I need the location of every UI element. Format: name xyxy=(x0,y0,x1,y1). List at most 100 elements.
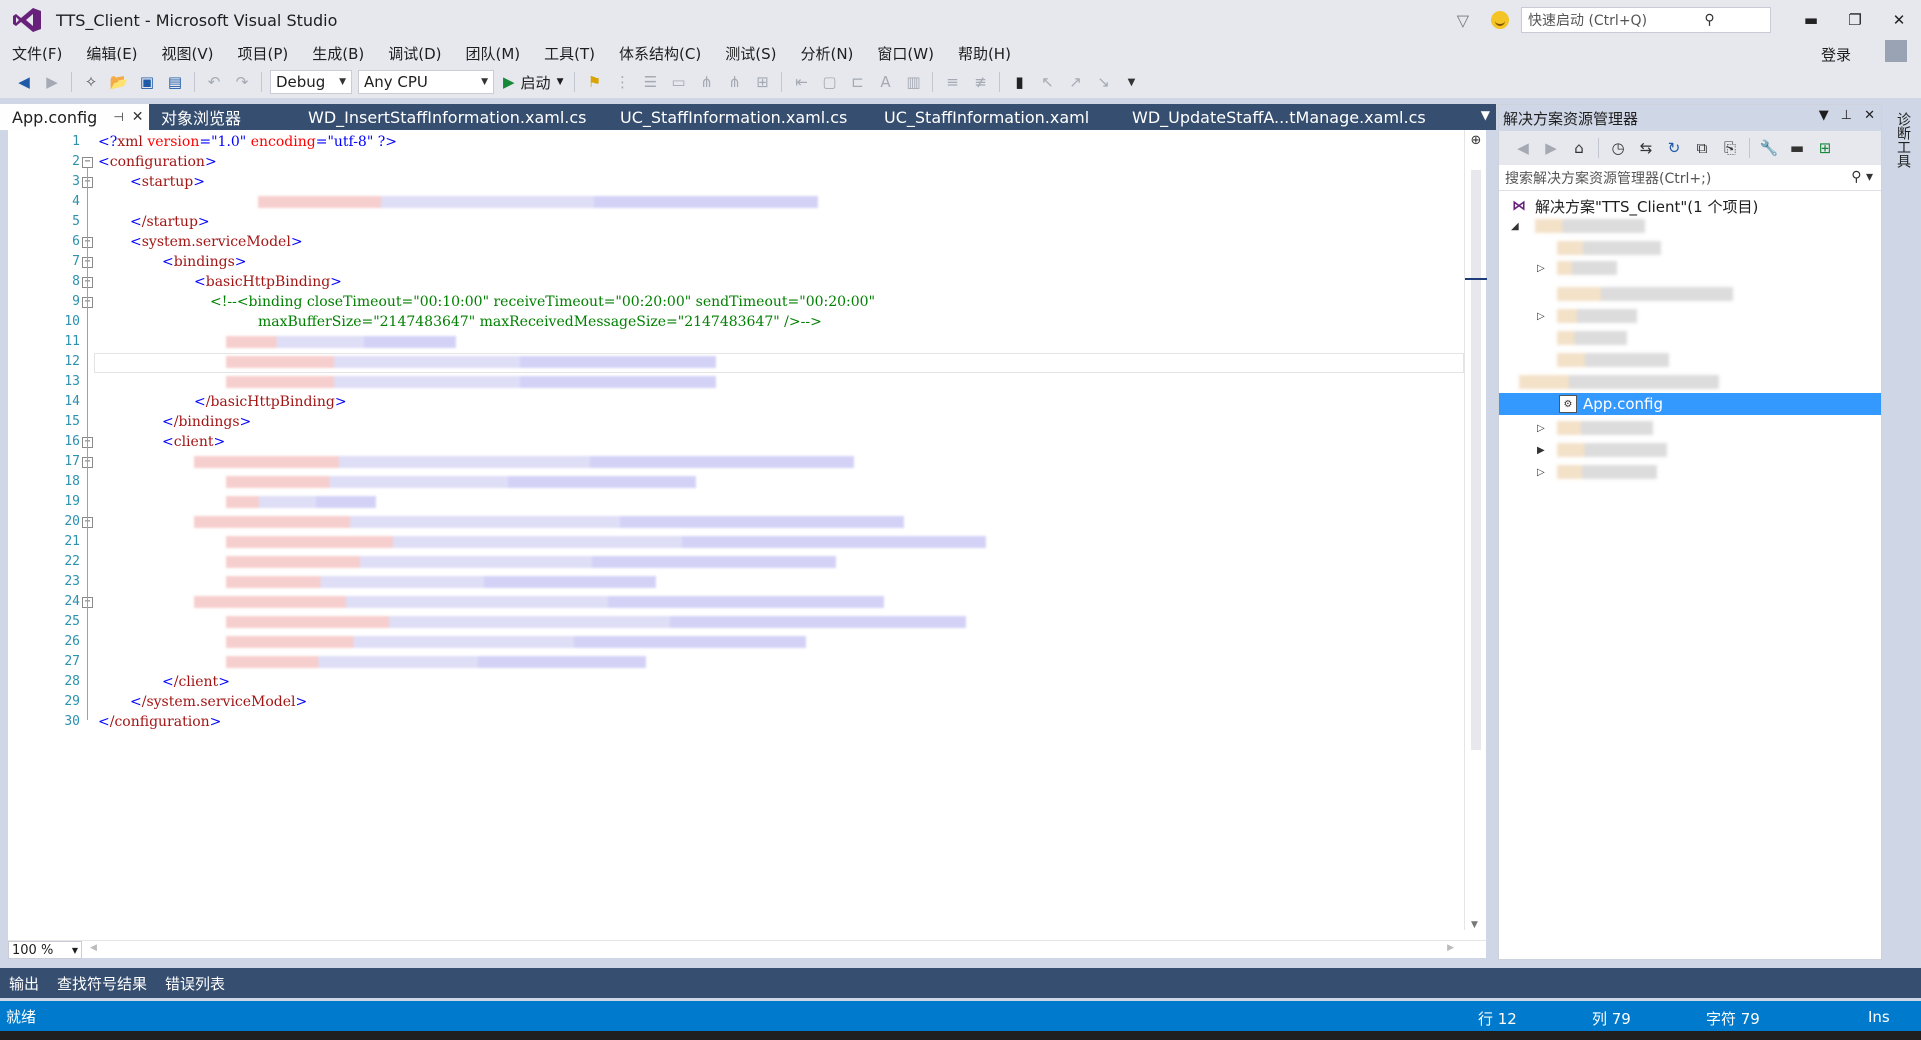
expand-arrow-icon[interactable]: ▶ xyxy=(1537,445,1545,456)
platform-select[interactable]: Any CPU ▼ xyxy=(358,70,494,94)
expand-arrow-icon[interactable]: ▷ xyxy=(1537,423,1545,434)
tab-overflow-icon[interactable]: ▼ xyxy=(1481,108,1490,122)
save-all-icon[interactable]: ▤ xyxy=(164,71,186,93)
back-icon[interactable]: ◀ xyxy=(1512,137,1534,159)
configuration-select[interactable]: Debug ▼ xyxy=(270,70,352,94)
preview-icon[interactable]: ▬ xyxy=(1786,137,1808,159)
sync-with-document-icon[interactable]: ⇆ xyxy=(1635,137,1657,159)
find-in-files-icon[interactable]: ⚑ xyxy=(583,71,605,93)
menu-debug[interactable]: 调试(D) xyxy=(376,43,453,64)
window-position-icon[interactable]: ▼ xyxy=(1819,108,1829,123)
document-icon[interactable]: ▭ xyxy=(667,71,689,93)
close-icon[interactable]: ✕ xyxy=(1864,108,1875,123)
solution-explorer-search-input[interactable]: 搜索解决方案资源管理器(Ctrl+;) ⚲ ▾ xyxy=(1499,165,1881,191)
tab-wd-insert-staff[interactable]: WD_InsertStaffInformation.xaml.cs xyxy=(292,104,604,130)
indent-icon[interactable]: ☰ xyxy=(639,71,661,93)
align-icon[interactable]: ⊏ xyxy=(846,71,868,93)
redo-icon[interactable]: ↷ xyxy=(231,71,253,93)
home-icon[interactable]: ⌂ xyxy=(1568,137,1590,159)
menu-edit[interactable]: 编辑(E) xyxy=(74,43,149,64)
menu-build[interactable]: 生成(B) xyxy=(300,43,376,64)
quick-launch-input[interactable]: 快速启动 (Ctrl+Q) ⚲ xyxy=(1521,7,1771,33)
scroll-left-icon[interactable]: ◀ xyxy=(90,943,97,953)
expand-arrow-icon[interactable]: ▷ xyxy=(1537,263,1545,274)
feedback-smile-icon[interactable] xyxy=(1491,11,1509,29)
bookmark-icon[interactable]: ▮ xyxy=(1008,71,1030,93)
expand-arrow-icon[interactable]: ▷ xyxy=(1537,311,1545,322)
code-content[interactable]: <?xml version="1.0" encoding="utf-8" ?> … xyxy=(98,130,1458,920)
scroll-right-icon[interactable]: ▶ xyxy=(1447,943,1454,953)
avatar[interactable] xyxy=(1885,40,1907,62)
vertical-scrollbar[interactable]: ⊕ ▼ xyxy=(1464,130,1487,930)
notification-filter-icon[interactable]: ▽ xyxy=(1457,11,1469,30)
search-icon[interactable]: ⚲ xyxy=(1649,12,1770,28)
class-diagram-icon[interactable]: ⊞ xyxy=(1814,137,1836,159)
next-bookmark-icon[interactable]: ↗ xyxy=(1064,71,1086,93)
menu-view[interactable]: 视图(V) xyxy=(150,43,226,64)
text-size-icon[interactable]: A xyxy=(874,71,896,93)
tab-find-symbol-results[interactable]: 查找符号结果 xyxy=(48,968,156,998)
horizontal-scrollbar[interactable]: 100 % ▼ ◀ ▶ xyxy=(8,940,1486,959)
diagnostic-tools-side-tab[interactable]: 诊断工具 xyxy=(1890,104,1916,176)
code-editor[interactable]: 1 2 3 4 5 6 7 8 9 10 11 12 13 14 15 16 1… xyxy=(8,130,1487,959)
menu-test[interactable]: 测试(S) xyxy=(713,43,788,64)
start-debugging-button[interactable]: ▶ 启动 ▼ xyxy=(503,72,563,93)
minimize-button[interactable]: ▬ xyxy=(1789,5,1833,35)
scrollbar-thumb[interactable] xyxy=(1471,170,1481,750)
tree-icon[interactable]: ⋔ xyxy=(723,71,745,93)
layout-icon[interactable]: ⊞ xyxy=(751,71,773,93)
pin-icon[interactable]: ⊥ xyxy=(1841,108,1852,123)
tree-item-app-config[interactable]: ⚙ App.config xyxy=(1499,393,1881,415)
open-file-icon[interactable]: 📂 xyxy=(108,71,130,93)
zoom-select[interactable]: 100 % ▼ xyxy=(8,941,82,959)
align-left-icon[interactable]: ⇤ xyxy=(790,71,812,93)
split-editor-icon[interactable]: ⊕ xyxy=(1469,134,1483,148)
navigate-forward-icon[interactable]: ▶ xyxy=(41,71,63,93)
tab-uc-staff-cs[interactable]: UC_StaffInformation.xaml.cs xyxy=(604,104,870,130)
uncomment-icon[interactable]: ≢ xyxy=(969,71,991,93)
menu-window[interactable]: 窗口(W) xyxy=(865,43,946,64)
login-link[interactable]: 登录 xyxy=(1821,44,1851,65)
scroll-down-icon[interactable]: ▼ xyxy=(1471,920,1478,930)
menu-analyze[interactable]: 分析(N) xyxy=(788,43,865,64)
show-all-files-icon[interactable]: ⎘ xyxy=(1719,137,1741,159)
search-icon[interactable]: ⚲ ▾ xyxy=(1851,169,1873,185)
refresh-icon[interactable]: ↻ xyxy=(1663,137,1685,159)
new-project-icon[interactable]: ✧ xyxy=(80,71,102,93)
grid-icon[interactable]: ▥ xyxy=(902,71,924,93)
tab-object-browser[interactable]: 对象浏览器 xyxy=(149,104,292,130)
prev-bookmark-icon[interactable]: ↖ xyxy=(1036,71,1058,93)
menu-architecture[interactable]: 体系结构(C) xyxy=(607,43,713,64)
clear-bookmarks-icon[interactable]: ↘ xyxy=(1092,71,1114,93)
menu-tools[interactable]: 工具(T) xyxy=(532,43,607,64)
pending-changes-filter-icon[interactable]: ◷ xyxy=(1607,137,1629,159)
toolbar-overflow-icon[interactable]: ▼ xyxy=(1120,71,1142,93)
menu-project[interactable]: 项目(P) xyxy=(226,43,301,64)
forward-icon[interactable]: ▶ xyxy=(1540,137,1562,159)
properties-wrench-icon[interactable]: 🔧 xyxy=(1758,137,1780,159)
hierarchy-icon[interactable]: ⋔ xyxy=(695,71,717,93)
save-icon[interactable]: ▣ xyxy=(136,71,158,93)
toolbar-options-icon[interactable]: ⋮ xyxy=(611,71,633,93)
comment-icon[interactable]: ≡ xyxy=(941,71,963,93)
tab-wd-update-staff[interactable]: WD_UpdateStaffA...tManage.xaml.cs xyxy=(1118,104,1426,130)
expand-arrow-icon[interactable]: ▷ xyxy=(1537,467,1545,478)
restore-button[interactable]: ❐ xyxy=(1833,5,1877,35)
tree-item-solution[interactable]: ⋈ 解决方案"TTS_Client"(1 个项目) xyxy=(1499,195,1881,217)
menu-team[interactable]: 团队(M) xyxy=(454,43,533,64)
tab-output[interactable]: 输出 xyxy=(0,968,48,998)
expanded-arrow-icon[interactable]: ◢ xyxy=(1511,221,1519,232)
close-icon[interactable]: ✕ xyxy=(132,109,144,125)
undo-icon[interactable]: ↶ xyxy=(203,71,225,93)
tab-error-list[interactable]: 错误列表 xyxy=(156,968,234,998)
pin-icon[interactable]: ⊣ xyxy=(113,110,123,124)
tab-uc-staff-xaml[interactable]: UC_StaffInformation.xaml xyxy=(870,104,1118,130)
collapse-icon[interactable]: − xyxy=(82,157,93,168)
tab-app-config[interactable]: App.config ⊣ ✕ xyxy=(0,104,149,130)
box-icon[interactable]: ▢ xyxy=(818,71,840,93)
menu-help[interactable]: 帮助(H) xyxy=(946,43,1023,64)
close-window-button[interactable]: ✕ xyxy=(1877,5,1921,35)
menu-file[interactable]: 文件(F) xyxy=(0,43,74,64)
collapse-all-icon[interactable]: ⧉ xyxy=(1691,137,1713,159)
navigate-back-icon[interactable]: ◀ xyxy=(13,71,35,93)
